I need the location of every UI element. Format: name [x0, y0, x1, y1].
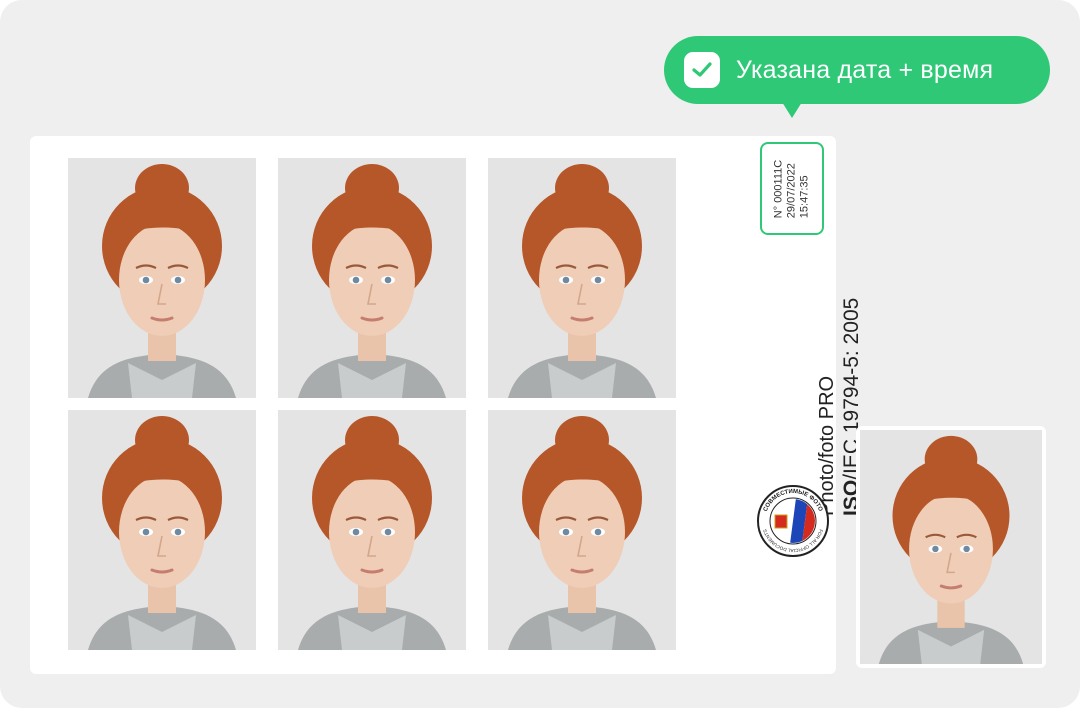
datetime-stamp: N° 000111C 29/07/2022 15:47:35 — [760, 142, 824, 235]
badge-label: Указана дата + время — [736, 55, 994, 84]
stamp-time: 15:47:35 — [798, 174, 811, 218]
passport-photo[interactable] — [68, 410, 256, 650]
stamp-number: N° 000111C — [772, 159, 785, 218]
passport-photo[interactable] — [278, 410, 466, 650]
portrait-image — [278, 410, 466, 650]
portrait-image — [488, 410, 676, 650]
single-photo-card — [856, 426, 1046, 668]
passport-photo[interactable] — [278, 158, 466, 398]
compliance-seal-icon: СОВМЕСТИМЫЕ ФОТО FOR ALL OFFICIAL DOCUME… — [757, 485, 829, 557]
portrait-image — [68, 158, 256, 398]
passport-photo[interactable] — [488, 410, 676, 650]
portrait-image — [278, 158, 466, 398]
photo-sheet: N° 000111C 29/07/2022 15:47:35 Photo/fot… — [30, 136, 863, 674]
stamp-date: 29/07/2022 — [785, 162, 798, 218]
passport-photo[interactable] — [488, 158, 676, 398]
portrait-image — [860, 430, 1042, 664]
check-icon — [684, 52, 720, 88]
stamp-text: N° 000111C 29/07/2022 15:47:35 — [773, 159, 812, 217]
canvas: N° 000111C 29/07/2022 15:47:35 Photo/fot… — [0, 0, 1080, 708]
passport-photo[interactable] — [68, 158, 256, 398]
portrait-image — [68, 410, 256, 650]
passport-photo-large[interactable] — [860, 430, 1042, 664]
portrait-image — [488, 158, 676, 398]
datetime-badge: Указана дата + время — [664, 36, 1050, 104]
badge-pointer — [782, 102, 802, 118]
